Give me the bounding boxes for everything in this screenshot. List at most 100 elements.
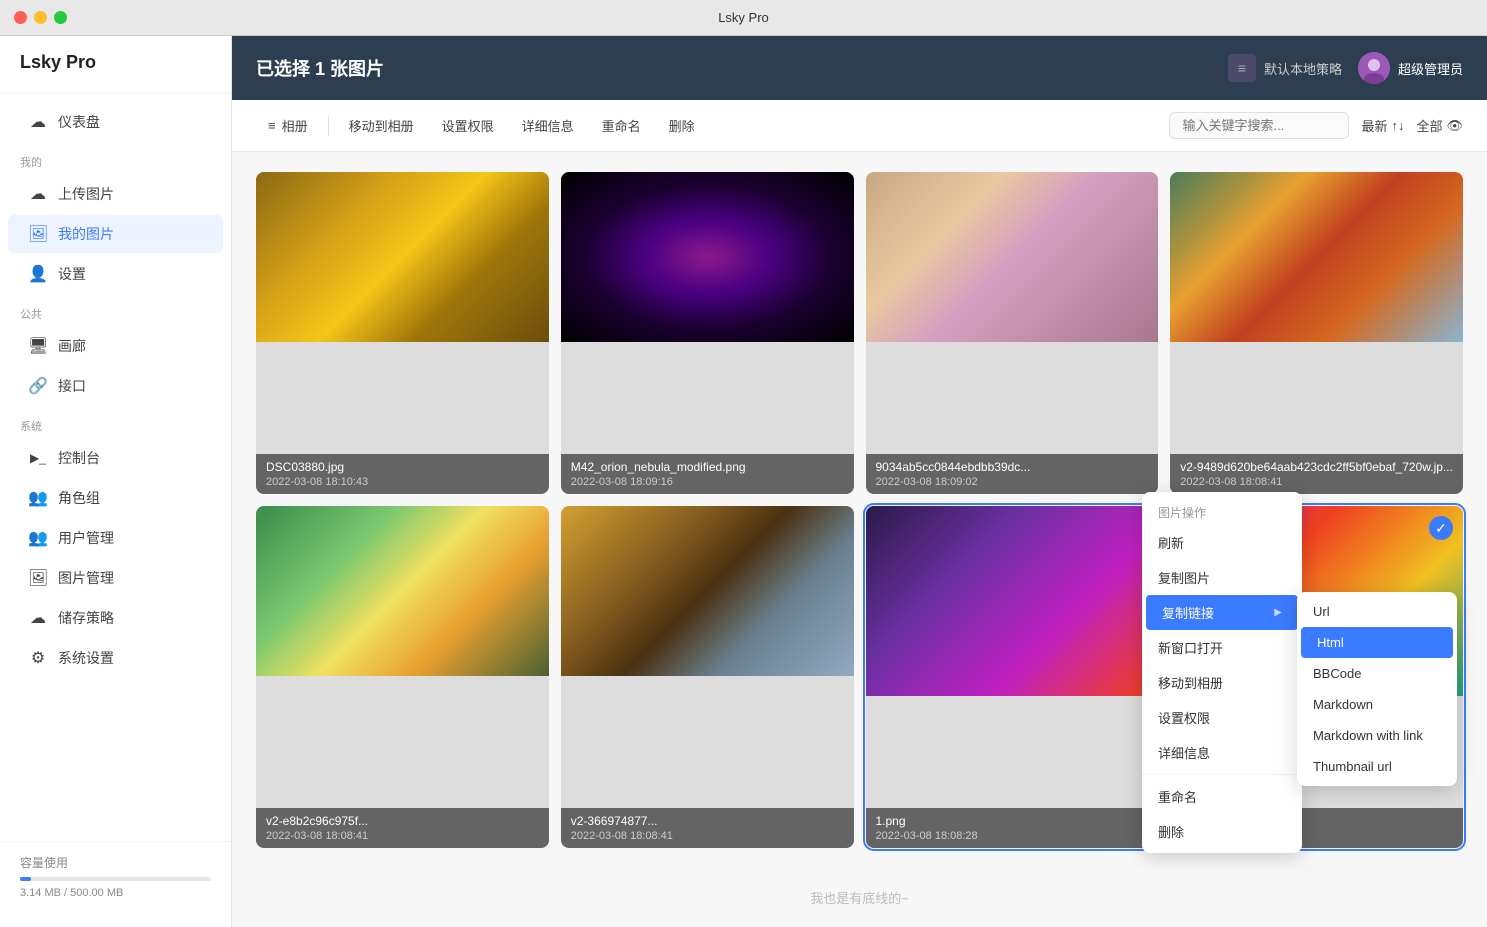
all-label: 全部 <box>1416 116 1442 135</box>
submenu-markdown[interactable]: Markdown <box>1297 689 1457 720</box>
image-card[interactable]: 9034ab5cc0844ebdbb39dc... 2022-03-08 18:… <box>866 172 1159 494</box>
album-button[interactable]: ≡ 相册 <box>256 110 320 141</box>
section-label-system: 系统 <box>0 406 231 438</box>
settings-user-icon: 👤 <box>28 264 48 284</box>
minimize-button[interactable] <box>34 11 47 24</box>
context-menu-rename[interactable]: 重命名 <box>1142 779 1302 814</box>
sidebar-item-settings[interactable]: 👤 设置 <box>8 255 223 293</box>
gallery-icon: 🖥 <box>28 336 48 356</box>
context-menu-detail[interactable]: 详细信息 <box>1142 735 1302 770</box>
toolbar-separator <box>328 116 329 136</box>
admin-info[interactable]: 超级管理员 <box>1358 52 1463 84</box>
sidebar-item-sys-settings[interactable]: ⚙ 系统设置 <box>8 639 223 677</box>
eye-icon: 👁 <box>1446 118 1463 134</box>
submenu: Url Html BBCode Markdown Markdown with l… <box>1297 592 1457 786</box>
info-label: 详细信息 <box>522 116 574 135</box>
image-card[interactable]: v2-9489d620be64aab423cdc2ff5bf0ebaf_720w… <box>1170 172 1463 494</box>
api-icon: 🔗 <box>28 376 48 396</box>
context-menu-move-album[interactable]: 移动到相册 <box>1142 665 1302 700</box>
sidebar-item-api[interactable]: 🔗 接口 <box>8 367 223 405</box>
image-name: v2-e8b2c96c975f... <box>266 814 539 828</box>
strategy-selector[interactable]: ≡ 默认本地策略 <box>1228 54 1342 82</box>
submenu-html[interactable]: Html <box>1301 627 1453 658</box>
sort-icon: ↑↓ <box>1391 118 1404 133</box>
sidebar-item-label: 我的图片 <box>58 224 114 244</box>
context-menu-refresh[interactable]: 刷新 <box>1142 525 1302 560</box>
maximize-button[interactable] <box>54 11 67 24</box>
image-card[interactable]: v2-366974877... 2022-03-08 18:08:41 <box>561 506 854 848</box>
rename-button[interactable]: 重命名 <box>590 110 653 141</box>
submenu-markdown-link[interactable]: Markdown with link <box>1297 720 1457 751</box>
sidebar-item-my-images[interactable]: 🖼 我的图片 <box>8 215 223 253</box>
context-menu-header: 图片操作 <box>1142 496 1302 525</box>
all-button[interactable]: 全部 👁 <box>1416 116 1463 135</box>
search-input[interactable] <box>1169 112 1349 139</box>
image-thumbnail <box>256 172 549 342</box>
submenu-bbcode[interactable]: BBCode <box>1297 658 1457 689</box>
context-menu-copy-image[interactable]: 复制图片 <box>1142 560 1302 595</box>
context-menu-delete[interactable]: 删除 <box>1142 814 1302 849</box>
sidebar-item-label: 角色组 <box>58 488 100 508</box>
submenu-arrow-icon: ▶ <box>1274 607 1282 618</box>
image-thumbnail <box>866 172 1159 342</box>
move-label: 移动到相册 <box>349 116 414 135</box>
delete-button[interactable]: 删除 <box>657 110 707 141</box>
sidebar-item-dashboard[interactable]: ☁ 仪表盘 <box>8 103 223 141</box>
sort-button[interactable]: 最新 ↑↓ <box>1361 116 1404 135</box>
storage-icon: ☁ <box>28 608 48 628</box>
sidebar-item-label: 仪表盘 <box>58 112 100 132</box>
close-button[interactable] <box>14 11 27 24</box>
sidebar-item-users[interactable]: 👥 用户管理 <box>8 519 223 557</box>
upload-icon: ☁ <box>28 184 48 204</box>
avatar <box>1358 52 1390 84</box>
image-info: 9034ab5cc0844ebdbb39dc... 2022-03-08 18:… <box>866 454 1159 494</box>
storage-bar-bg <box>20 877 211 881</box>
image-name: v2-9489d620be64aab423cdc2ff5bf0ebaf_720w… <box>1180 460 1453 474</box>
move-to-album-button[interactable]: 移动到相册 <box>337 110 426 141</box>
roles-icon: 👥 <box>28 488 48 508</box>
storage-bar-fill <box>20 877 31 881</box>
info-button[interactable]: 详细信息 <box>510 110 586 141</box>
image-date: 2022-03-08 18:10:43 <box>266 476 539 488</box>
window-controls <box>14 11 67 24</box>
sort-label: 最新 <box>1361 116 1387 135</box>
sidebar-item-gallery[interactable]: 🖥 画廊 <box>8 327 223 365</box>
image-name: DSC03880.jpg <box>266 460 539 474</box>
sidebar-item-label: 上传图片 <box>58 184 114 204</box>
context-menu-copy-link[interactable]: 复制链接 ▶ <box>1146 595 1298 630</box>
sidebar-item-images-mgmt[interactable]: 🖼 图片管理 <box>8 559 223 597</box>
sidebar-item-upload[interactable]: ☁ 上传图片 <box>8 175 223 213</box>
permissions-label: 设置权限 <box>442 116 494 135</box>
sidebar-item-roles[interactable]: 👥 角色组 <box>8 479 223 517</box>
submenu-url[interactable]: Url <box>1297 596 1457 627</box>
sidebar-item-label: 画廊 <box>58 336 86 356</box>
window-title: Lsky Pro <box>718 10 769 25</box>
image-date: 2022-03-08 18:08:41 <box>571 830 844 842</box>
brand-logo: Lsky Pro <box>0 52 231 94</box>
sidebar-item-label: 储存策略 <box>58 608 114 628</box>
sidebar-item-console[interactable]: ▶_ 控制台 <box>8 439 223 477</box>
image-card[interactable]: v2-e8b2c96c975f... 2022-03-08 18:08:41 <box>256 506 549 848</box>
image-info: v2-9489d620be64aab423cdc2ff5bf0ebaf_720w… <box>1170 454 1463 494</box>
context-menu-divider <box>1142 774 1302 775</box>
image-date: 2022-03-08 18:08:41 <box>1180 476 1453 488</box>
sidebar-item-label: 控制台 <box>58 448 100 468</box>
image-info: v2-e8b2c96c975f... 2022-03-08 18:08:41 <box>256 808 549 848</box>
sidebar-item-label: 系统设置 <box>58 648 114 668</box>
sidebar-item-label: 设置 <box>58 264 86 284</box>
set-permissions-button[interactable]: 设置权限 <box>430 110 506 141</box>
main-area: 已选择 1 张图片 ≡ 默认本地策略 <box>232 36 1487 927</box>
context-menu-open-new[interactable]: 新窗口打开 <box>1142 630 1302 665</box>
header: 已选择 1 张图片 ≡ 默认本地策略 <box>232 36 1487 100</box>
sidebar-item-storage[interactable]: ☁ 储存策略 <box>8 599 223 637</box>
image-info: v2-366974877... 2022-03-08 18:08:41 <box>561 808 854 848</box>
image-card[interactable]: DSC03880.jpg 2022-03-08 18:10:43 <box>256 172 549 494</box>
my-images-icon: 🖼 <box>28 224 48 244</box>
titlebar: Lsky Pro <box>0 0 1487 36</box>
header-right: ≡ 默认本地策略 超级管理员 <box>1228 52 1463 84</box>
album-icon: ≡ <box>268 118 276 133</box>
image-thumbnail <box>561 172 854 342</box>
image-card[interactable]: M42_orion_nebula_modified.png 2022-03-08… <box>561 172 854 494</box>
submenu-thumbnail-url[interactable]: Thumbnail url <box>1297 751 1457 782</box>
context-menu-set-perms[interactable]: 设置权限 <box>1142 700 1302 735</box>
